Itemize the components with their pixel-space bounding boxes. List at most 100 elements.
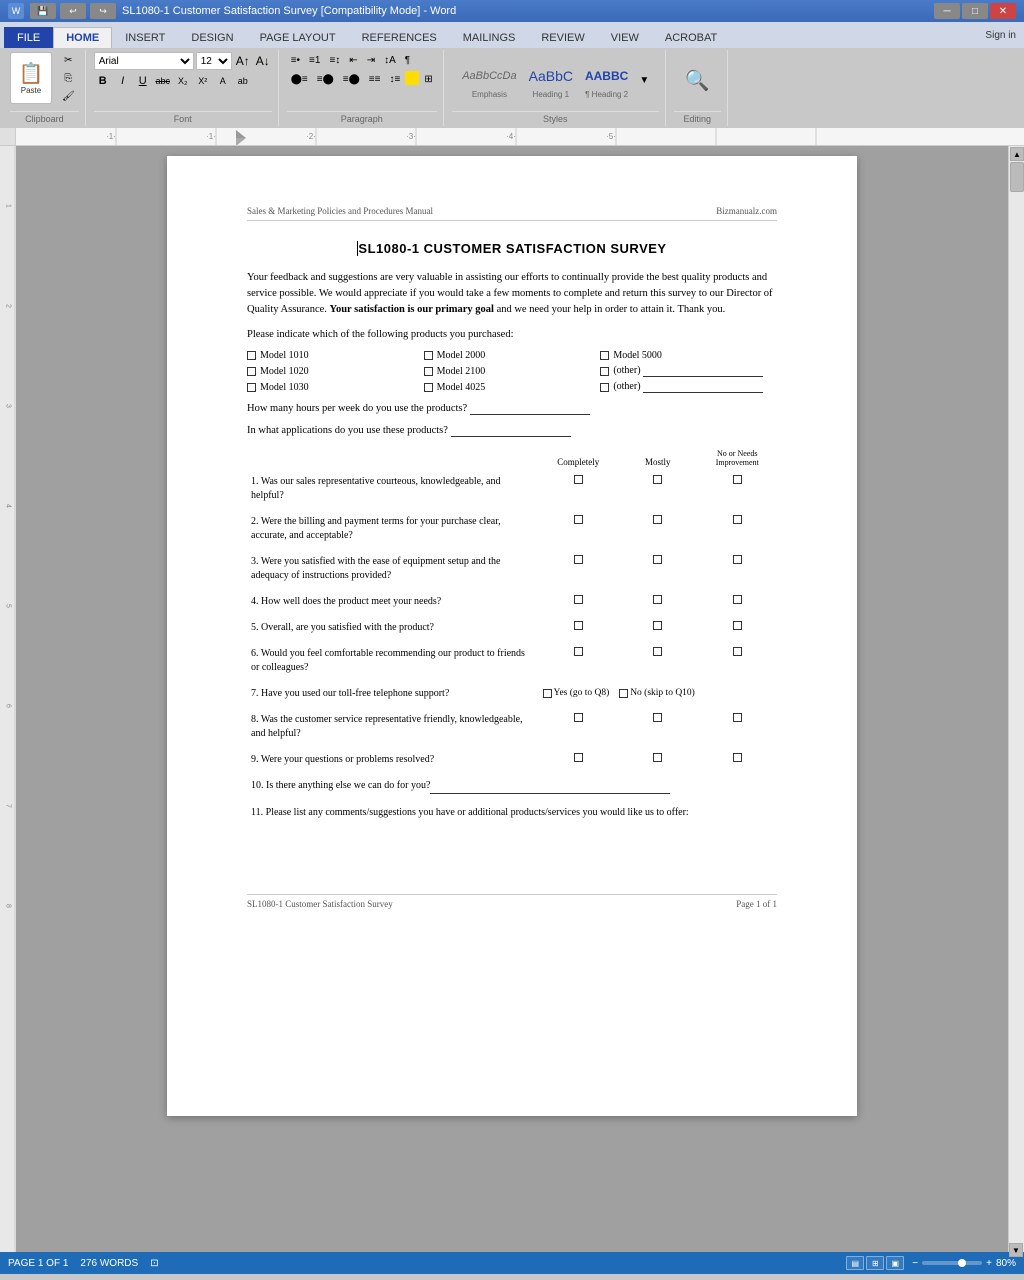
cb-1030[interactable]	[247, 383, 256, 392]
cut-button[interactable]: ✂	[58, 52, 79, 69]
q2-no[interactable]	[698, 509, 778, 549]
close-btn[interactable]: ✕	[990, 3, 1016, 19]
q2-mostly[interactable]	[618, 509, 698, 549]
cb-5000[interactable]	[600, 351, 609, 360]
format-painter-button[interactable]: 🖌	[58, 88, 79, 105]
copy-button[interactable]: ⎘	[58, 70, 79, 87]
line-spacing-button[interactable]: ↕≡	[385, 71, 404, 88]
q8-completely[interactable]	[539, 707, 619, 747]
q8-no[interactable]	[698, 707, 778, 747]
products-prompt[interactable]: Please indicate which of the following p…	[247, 329, 777, 340]
style-heading1[interactable]: AaBbC Heading 1	[524, 59, 578, 102]
style-emphasis[interactable]: AaBbCcDa Emphasis	[457, 59, 521, 102]
zoom-out-btn[interactable]: −	[912, 1258, 918, 1269]
decrease-font-btn[interactable]: A↓	[254, 52, 272, 70]
borders-button[interactable]: ⊞	[420, 71, 436, 88]
hours-section[interactable]: How many hours per week do you use the p…	[247, 403, 777, 415]
highlight-button[interactable]: ab	[234, 72, 252, 90]
right-scrollbar[interactable]: ▲ ▼	[1008, 146, 1024, 1252]
cb-other2[interactable]	[600, 383, 609, 392]
cb-2000[interactable]	[424, 351, 433, 360]
scroll-thumb[interactable]	[1010, 162, 1024, 192]
hours-field[interactable]	[470, 403, 590, 415]
zoom-track[interactable]	[922, 1261, 982, 1265]
font-name-select[interactable]: Arial	[94, 52, 194, 70]
view-print-btn[interactable]: ▤	[846, 1256, 864, 1270]
paste-button[interactable]: 📋 Paste	[10, 52, 52, 104]
q3-no[interactable]	[698, 549, 778, 589]
q6-no[interactable]	[698, 641, 778, 681]
q6-mostly[interactable]	[618, 641, 698, 681]
q4-no[interactable]	[698, 589, 778, 615]
q1-no[interactable]	[698, 469, 778, 509]
cb-1020[interactable]	[247, 367, 256, 376]
q1-completely[interactable]	[539, 469, 619, 509]
tab-design[interactable]: DESIGN	[178, 27, 246, 48]
tab-insert[interactable]: INSERT	[112, 27, 178, 48]
q6-completely[interactable]	[539, 641, 619, 681]
multilevel-button[interactable]: ≡↕	[325, 52, 344, 69]
view-read-btn[interactable]: ▣	[886, 1256, 904, 1270]
subscript-button[interactable]: X₂	[174, 72, 192, 90]
style-heading2[interactable]: AABBC ¶ Heading 2	[580, 59, 633, 102]
zoom-in-btn[interactable]: +	[986, 1258, 992, 1269]
tab-mailings[interactable]: MAILINGS	[450, 27, 529, 48]
cb-4025[interactable]	[424, 383, 433, 392]
tab-acrobat[interactable]: ACROBAT	[652, 27, 730, 48]
q7-no-cb[interactable]	[619, 689, 628, 698]
q9-no[interactable]	[698, 747, 778, 773]
italic-button[interactable]: I	[114, 72, 132, 90]
tab-file[interactable]: FILE	[4, 27, 53, 48]
bold-button[interactable]: B	[94, 72, 112, 90]
show-formatting-button[interactable]: ¶	[401, 52, 414, 69]
cb-1010[interactable]	[247, 351, 256, 360]
align-right-button[interactable]: ≡⬤	[339, 71, 364, 88]
sort-button[interactable]: ↕A	[380, 52, 400, 69]
q4-completely[interactable]	[539, 589, 619, 615]
tab-home[interactable]: HOME	[53, 27, 112, 48]
tab-review[interactable]: REVIEW	[528, 27, 597, 48]
increase-indent-button[interactable]: ⇥	[363, 52, 379, 69]
doc-scroll-area[interactable]: Sales & Marketing Policies and Procedure…	[16, 146, 1008, 1252]
q9-mostly[interactable]	[618, 747, 698, 773]
cb-other1[interactable]	[600, 367, 609, 376]
doc-title[interactable]: SL1080-1 CUSTOMER SATISFACTION SURVEY	[247, 241, 777, 256]
q9-completely[interactable]	[539, 747, 619, 773]
q5-completely[interactable]	[539, 615, 619, 641]
q4-mostly[interactable]	[618, 589, 698, 615]
underline-button[interactable]: U	[134, 72, 152, 90]
q2-completely[interactable]	[539, 509, 619, 549]
doc-intro[interactable]: Your feedback and suggestions are very v…	[247, 270, 777, 317]
q8-mostly[interactable]	[618, 707, 698, 747]
q1-mostly[interactable]	[618, 469, 698, 509]
save-quick-btn[interactable]: 💾	[30, 3, 56, 19]
q11-text[interactable]: 11. Please list any comments/suggestions…	[247, 800, 777, 854]
scroll-down-btn[interactable]: ▼	[1009, 1243, 1023, 1257]
editing-button[interactable]: 🔍	[677, 55, 717, 107]
maximize-btn[interactable]: □	[962, 3, 988, 19]
minimize-btn[interactable]: ─	[934, 3, 960, 19]
apps-field[interactable]	[451, 425, 571, 437]
q5-mostly[interactable]	[618, 615, 698, 641]
align-center-button[interactable]: ≡⬤	[313, 71, 338, 88]
tab-view[interactable]: VIEW	[598, 27, 652, 48]
styles-more-button[interactable]: ▼	[635, 72, 653, 89]
tab-references[interactable]: REFERENCES	[349, 27, 450, 48]
q3-mostly[interactable]	[618, 549, 698, 589]
text-color-button[interactable]: A	[214, 72, 232, 90]
apps-section[interactable]: In what applications do you use these pr…	[247, 425, 777, 437]
decrease-indent-button[interactable]: ⇤	[345, 52, 361, 69]
redo-quick-btn[interactable]: ↪	[90, 3, 116, 19]
tab-page-layout[interactable]: PAGE LAYOUT	[247, 27, 349, 48]
shading-button[interactable]	[405, 71, 419, 85]
sign-in-link[interactable]: Sign in	[985, 30, 1016, 41]
justify-button[interactable]: ≡≡	[365, 71, 385, 88]
q7-yes-cb[interactable]	[543, 689, 552, 698]
q10-field[interactable]	[430, 779, 670, 794]
numbering-button[interactable]: ≡1	[305, 52, 324, 69]
q5-no[interactable]	[698, 615, 778, 641]
q10-text[interactable]: 10. Is there anything else we can do for…	[247, 773, 777, 800]
scroll-up-btn[interactable]: ▲	[1010, 147, 1024, 161]
increase-font-btn[interactable]: A↑	[234, 52, 252, 70]
font-size-select[interactable]: 12	[196, 52, 232, 70]
